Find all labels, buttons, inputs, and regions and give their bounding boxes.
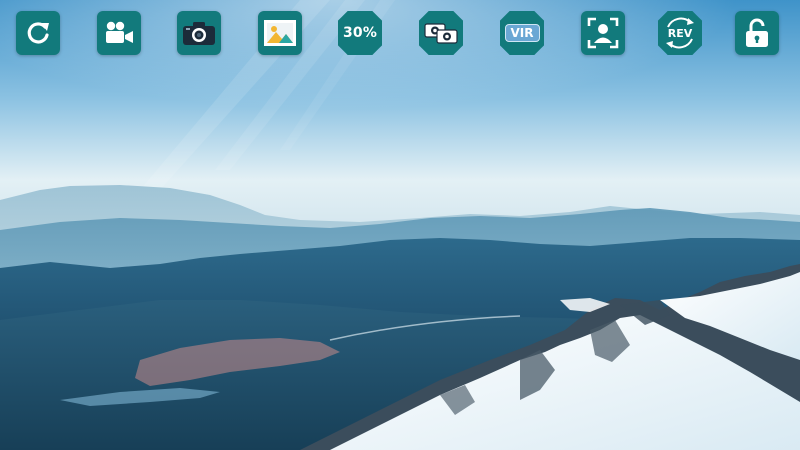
refresh-icon <box>16 11 60 55</box>
image-gallery-icon <box>258 11 302 55</box>
camera-icon <box>177 11 221 55</box>
zoom-level-label: 30% <box>342 25 378 41</box>
video-record-button[interactable] <box>97 11 141 55</box>
camera-toolbar: 30% VIR REV <box>0 0 800 70</box>
unlock-icon <box>735 11 779 55</box>
face-frame-icon <box>581 11 625 55</box>
gallery-button[interactable] <box>258 11 302 55</box>
photo-capture-button[interactable] <box>177 11 221 55</box>
reverse-button[interactable]: REV <box>658 11 702 55</box>
screen: 30% VIR REV <box>0 0 800 450</box>
switch-camera-icon <box>419 11 463 55</box>
face-detection-button[interactable] <box>581 11 625 55</box>
reverse-icon: REV <box>660 15 700 51</box>
reverse-label: REV <box>667 26 693 40</box>
zoom-level-button[interactable]: 30% <box>338 11 382 55</box>
switch-camera-button[interactable] <box>419 11 463 55</box>
vir-label: VIR <box>504 24 540 42</box>
vir-button[interactable]: VIR <box>500 11 544 55</box>
video-camera-icon <box>97 11 141 55</box>
lock-toggle-button[interactable] <box>735 11 779 55</box>
refresh-button[interactable] <box>16 11 60 55</box>
